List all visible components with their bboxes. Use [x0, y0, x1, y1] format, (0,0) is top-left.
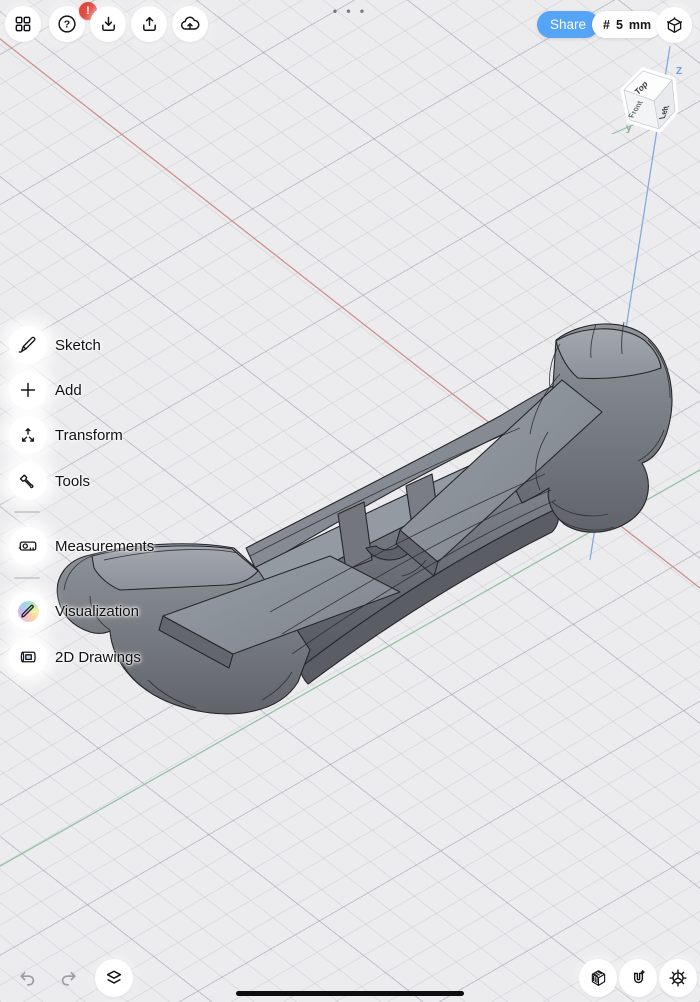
undo-button[interactable]: [14, 964, 42, 992]
menu-label-2d-drawings[interactable]: 2D Drawings: [55, 649, 141, 666]
redo-icon: [56, 966, 80, 990]
settings-gear-icon: [667, 967, 689, 989]
add-plus-icon[interactable]: [9, 371, 47, 409]
snap-magnet-icon: [628, 968, 649, 989]
redo-button[interactable]: [54, 964, 82, 992]
grid-snap-badge[interactable]: # 5 mm: [592, 11, 662, 38]
axonometric-cube-icon: [664, 15, 685, 36]
snap-value: 5: [616, 18, 623, 32]
axis-z-label: Z: [676, 66, 682, 77]
2d-drawings-sheet-icon[interactable]: [9, 638, 47, 676]
viewport-canvas[interactable]: Top Left Front Z y: [0, 0, 700, 1002]
menu-label-tools[interactable]: Tools: [55, 473, 90, 490]
menu-label-visualization[interactable]: Visualization: [55, 603, 139, 620]
menu-label-measurements[interactable]: Measurements: [55, 538, 154, 555]
visualization-palette-icon[interactable]: [9, 592, 47, 630]
transform-arrows-icon[interactable]: [9, 416, 47, 454]
undo-icon: [16, 966, 40, 990]
snapping-button[interactable]: [619, 959, 657, 997]
home-indicator[interactable]: [236, 991, 464, 996]
items-layers-icon: [103, 967, 125, 989]
tools-hammer-icon[interactable]: [9, 462, 47, 500]
settings-button[interactable]: [659, 959, 697, 997]
menu-divider: [14, 577, 40, 579]
scene-3d: Top Left Front Z y: [0, 0, 700, 1002]
menu-divider: [14, 511, 40, 513]
snap-prefix: #: [603, 18, 610, 32]
model-3d-body[interactable]: [57, 324, 672, 714]
share-button[interactable]: Share: [537, 11, 599, 38]
svg-text:?: ?: [64, 19, 70, 31]
sketch-pencil-icon[interactable]: [9, 326, 47, 364]
menu-label-transform[interactable]: Transform: [55, 427, 123, 444]
view-cube[interactable]: Top Left Front Z y: [612, 66, 682, 134]
items-panel-button[interactable]: [95, 959, 133, 997]
section-view-button[interactable]: [579, 959, 617, 997]
measurements-tape-icon[interactable]: [9, 527, 47, 565]
menu-label-add[interactable]: Add: [55, 382, 82, 399]
section-view-icon: [588, 968, 609, 989]
axis-y-label: y: [626, 123, 632, 134]
axonometric-view-button[interactable]: [656, 7, 692, 43]
menu-label-sketch[interactable]: Sketch: [55, 337, 101, 354]
snap-unit: mm: [629, 18, 651, 32]
